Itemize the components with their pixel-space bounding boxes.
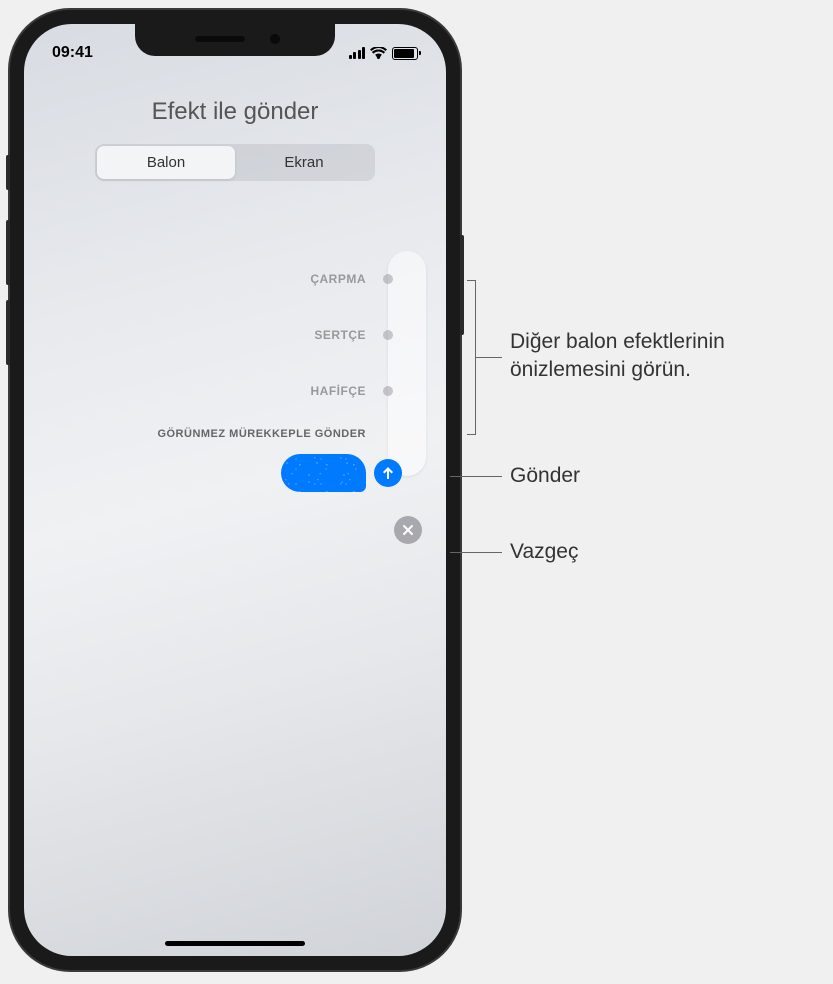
effect-dot-loud[interactable] [383,330,393,340]
phone-volume-up [6,220,10,285]
invisible-ink-effect [281,454,366,492]
home-indicator[interactable] [165,941,305,946]
message-preview-row [44,454,426,492]
phone-frame: 09:41 Efekt [10,10,460,970]
effect-label-loud: SERTÇE [314,328,366,342]
phone-mute-switch [6,155,10,190]
effect-type-tabs: Balon Ekran [95,144,375,181]
phone-notch [135,24,335,56]
tab-balloon[interactable]: Balon [97,146,235,179]
effect-dot-slam[interactable] [383,274,393,284]
phone-screen: 09:41 Efekt [24,24,446,956]
close-icon [402,524,414,536]
send-button[interactable] [374,459,402,487]
cellular-signal-icon [349,47,366,59]
callout-line [450,552,502,553]
phone-power-button [460,235,464,335]
callout-line [450,476,502,477]
arrow-up-icon [380,465,396,481]
wifi-icon [370,47,387,59]
effect-dot-gentle[interactable] [383,386,393,396]
message-bubble-preview [281,454,366,492]
effect-option-slam[interactable]: ÇARPMA [44,251,426,307]
effect-label-gentle: HAFİFÇE [311,384,367,398]
phone-volume-down [6,300,10,365]
callout-send: Gönder [510,462,580,490]
effect-option-invisible-ink[interactable]: GÖRÜNMEZ MÜREKKEPLE GÖNDER [44,419,426,449]
page-title: Efekt ile gönder [44,98,426,126]
callout-cancel: Vazgeç [510,538,579,566]
battery-icon [392,47,418,60]
callout-line [475,357,502,358]
status-indicators [349,47,419,60]
tab-screen[interactable]: Ekran [235,146,373,179]
effects-area: ÇARPMA SERTÇE HAFİFÇE GÖRÜNMEZ MÜREKKEPL… [24,181,446,512]
status-time: 09:41 [52,44,122,62]
effect-option-loud[interactable]: SERTÇE [44,307,426,363]
cancel-button[interactable] [394,516,422,544]
callout-preview: Diğer balon efektlerinin önizlemesini gö… [510,328,820,385]
header: Efekt ile gönder [24,68,446,144]
effect-label-invisible-ink: GÖRÜNMEZ MÜREKKEPLE GÖNDER [157,428,366,440]
effect-label-slam: ÇARPMA [310,272,366,286]
effect-option-gentle[interactable]: HAFİFÇE [44,363,426,419]
